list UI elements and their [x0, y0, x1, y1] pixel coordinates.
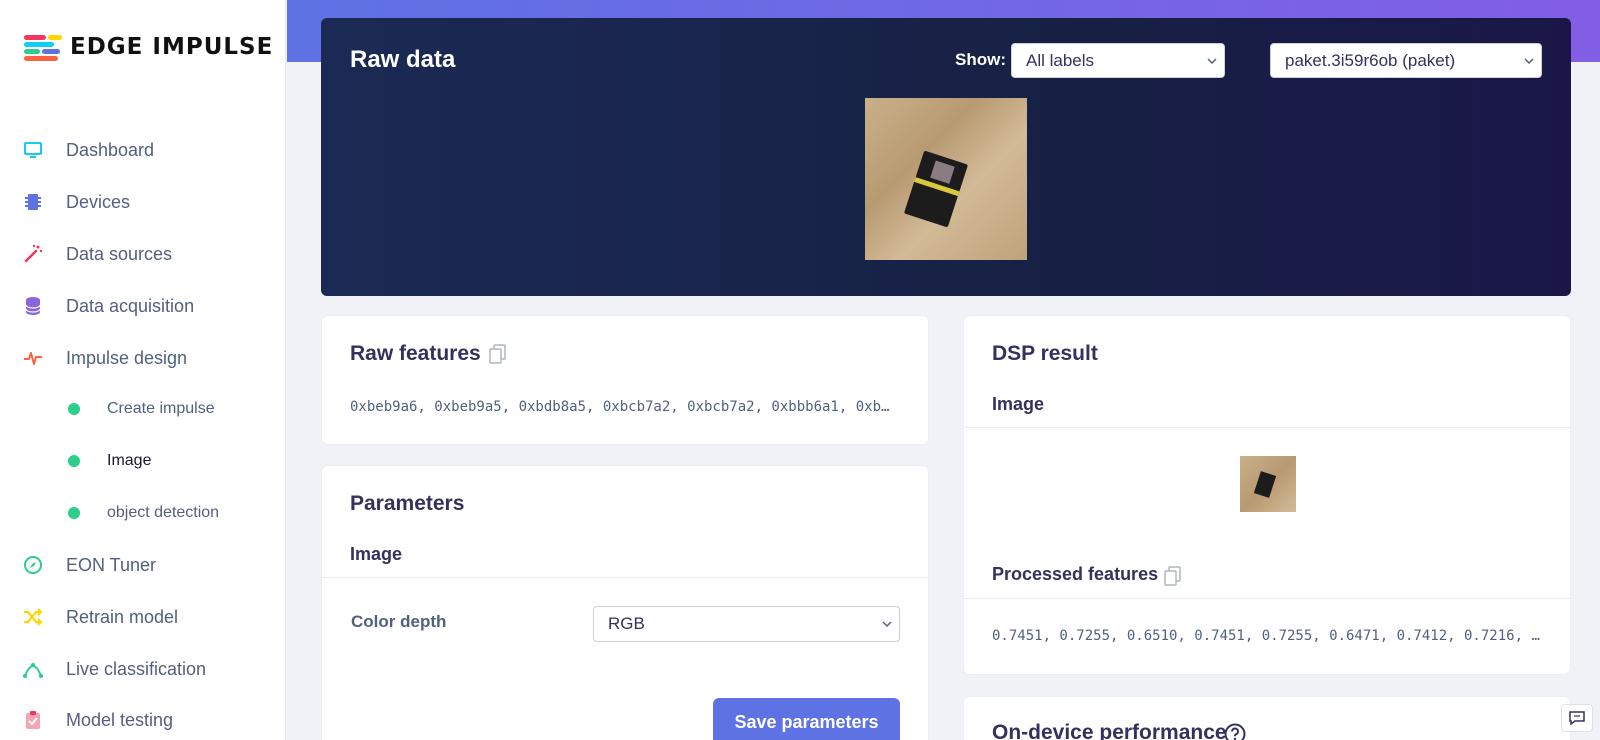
status-dot: [68, 455, 80, 467]
sidebar-item-data-acquisition[interactable]: Data acquisition: [0, 286, 286, 326]
sidebar-item-live-classification[interactable]: Live classification: [0, 649, 286, 689]
sample-select[interactable]: paket.3i59r6ob (paket): [1270, 43, 1542, 78]
dsp-result-title: DSP result: [992, 342, 1098, 365]
divider: [322, 577, 928, 578]
status-dot: [68, 403, 80, 415]
sidebar-subitem-label: Create impulse: [107, 400, 215, 417]
chat-icon: [1569, 711, 1585, 725]
divider: [964, 427, 1570, 428]
processed-image: [1240, 456, 1296, 512]
wand-icon: [22, 243, 44, 265]
sidebar-item-dashboard[interactable]: Dashboard: [0, 130, 286, 170]
sidebar-item-label: Retrain model: [66, 606, 179, 627]
sidebar-subitem-create-impulse[interactable]: Create impulse: [0, 389, 286, 429]
processed-features-values: 0.7451, 0.7255, 0.6510, 0.7451, 0.7255, …: [992, 628, 1540, 644]
color-depth-label: Color depth: [351, 612, 447, 631]
raw-features-title: Raw features: [350, 342, 481, 365]
monitor-icon: [22, 139, 44, 161]
color-depth-value: RGB: [608, 614, 645, 633]
sample-image: [865, 98, 1027, 260]
sidebar-item-label: Live classification: [66, 658, 207, 679]
raw-data-panel: Raw data Show: All labels paket.3i59r6ob…: [321, 18, 1571, 296]
status-dot: [68, 507, 80, 519]
save-parameters-button[interactable]: Save parameters: [713, 698, 900, 740]
sample-value: paket.3i59r6ob (paket): [1285, 50, 1456, 70]
label-filter-select[interactable]: All labels: [1011, 43, 1225, 78]
sidebar-item-label: EON Tuner: [66, 554, 157, 575]
performance-title: On-device performance: [992, 721, 1227, 740]
sample-image-object: [903, 150, 969, 228]
chevron-down-icon: [882, 621, 892, 628]
database-icon: [22, 295, 44, 317]
raw-features-card: Raw features 0xbeb9a6, 0xbeb9a5, 0xbdb8a…: [322, 316, 928, 444]
dsp-section-title: Image: [992, 394, 1045, 414]
sidebar: EDGE IMPULSE Dashboard Devices Data sour…: [0, 0, 286, 740]
sidebar-item-label: Impulse design: [66, 347, 188, 368]
parameters-section-title: Image: [350, 544, 403, 564]
divider: [964, 598, 1570, 599]
copy-icon[interactable]: [1164, 566, 1182, 586]
shuffle-icon: [22, 606, 44, 628]
on-device-performance-card: On-device performance: [964, 697, 1570, 740]
chevron-down-icon: [1524, 57, 1534, 64]
chevron-down-icon: [1207, 57, 1217, 64]
sidebar-item-label: Model testing: [66, 709, 174, 730]
sidebar-item-devices[interactable]: Devices: [0, 182, 286, 222]
sidebar-subitem-label: Image: [107, 452, 152, 469]
help-icon[interactable]: [1224, 723, 1246, 740]
brand-name: EDGE IMPULSE: [70, 34, 274, 60]
logo-mark-icon: [24, 33, 62, 61]
sidebar-item-impulse-design[interactable]: Impulse design: [0, 338, 286, 378]
feedback-button[interactable]: [1561, 704, 1593, 732]
sidebar-item-label: Data acquisition: [66, 295, 195, 316]
sidebar-item-retrain-model[interactable]: Retrain model: [0, 597, 286, 637]
raw-data-title: Raw data: [350, 46, 456, 73]
color-depth-select[interactable]: RGB: [593, 606, 900, 642]
show-label: Show:: [955, 50, 1006, 69]
edge-impulse-logo[interactable]: EDGE IMPULSE: [24, 33, 273, 61]
compass-icon: [22, 554, 44, 576]
sidebar-item-eon-tuner[interactable]: EON Tuner: [0, 545, 286, 585]
sidebar-item-label: Dashboard: [66, 139, 155, 160]
curve-icon: [22, 658, 44, 680]
clipboard-check-icon: [22, 709, 44, 731]
sidebar-item-data-sources[interactable]: Data sources: [0, 234, 286, 274]
parameters-title: Parameters: [350, 492, 465, 515]
sidebar-subitem-image[interactable]: Image: [0, 441, 286, 481]
label-filter-value: All labels: [1026, 50, 1095, 70]
raw-features-values: 0xbeb9a6, 0xbeb9a5, 0xbdb8a5, 0xbcb7a2, …: [350, 399, 894, 415]
processed-features-title: Processed features: [992, 564, 1159, 584]
sidebar-subitem-label: object detection: [107, 504, 220, 521]
chip-icon: [22, 191, 44, 213]
sidebar-item-label: Devices: [66, 191, 131, 212]
pulse-icon: [22, 347, 44, 369]
sidebar-subitem-object-detection[interactable]: object detection: [0, 493, 286, 533]
sidebar-item-model-testing[interactable]: Model testing: [0, 700, 286, 740]
sidebar-item-label: Data sources: [66, 243, 173, 264]
copy-icon[interactable]: [489, 344, 507, 364]
dsp-result-card: DSP result Image Processed features 0.74…: [964, 316, 1570, 674]
